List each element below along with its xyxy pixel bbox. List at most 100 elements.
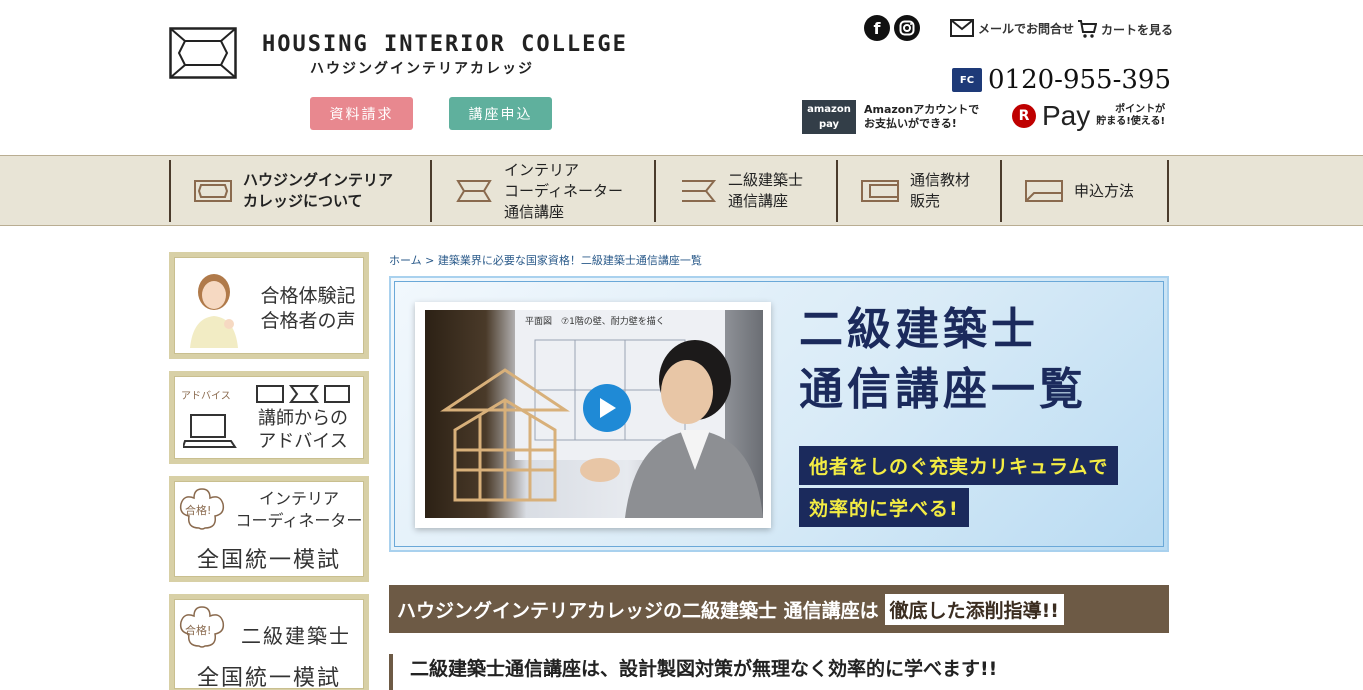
view-cart-label: カートを見る: [1101, 22, 1174, 37]
section-lead-heading: 二級建築士通信講座は、設計製図対策が無理なく効率的に学べます!!: [389, 654, 997, 690]
nav-about-line2: カレッジについて: [243, 192, 363, 210]
advice-text: 講師からの アドバイス: [243, 407, 363, 453]
nav-item-materials-label: 通信教材 販売: [910, 170, 970, 212]
pay-logo-text: pay: [818, 119, 840, 130]
video-frame: 平面図 ⑦1階の壁、耐力壁を描く: [415, 302, 771, 528]
amazon-pay-logo: amazon pay: [802, 100, 856, 134]
frame-icons-row: [256, 385, 350, 403]
nav-item-interior-course[interactable]: インテリア コーディネーター 通信講座: [430, 160, 654, 222]
course-video[interactable]: 平面図 ⑦1階の壁、耐力壁を描く: [425, 310, 763, 518]
nav-item-architect-label: 二級建築士 通信講座: [728, 170, 803, 212]
nav-frame-icon: [682, 180, 717, 202]
nav-architect-line1: 二級建築士: [728, 171, 804, 189]
nav-architect-line2: 通信講座: [728, 192, 789, 210]
hero-title-line2: 通信講座一覧: [799, 364, 1087, 415]
nav-item-about-label: ハウジングインテリア カレッジについて: [243, 170, 393, 212]
mail-contact-link[interactable]: メールでお問合せ: [950, 19, 1074, 37]
sidebar-card-architect-mock-exam[interactable]: 合格! 二級建築士 全国統一模試: [169, 594, 369, 690]
view-cart-link[interactable]: カートを見る: [1077, 19, 1173, 39]
pass-badge-text: 合格!: [185, 504, 212, 517]
facebook-icon[interactable]: f: [864, 15, 890, 41]
sidebar-card-testimonials[interactable]: 合格体験記 合格者の声: [169, 252, 369, 359]
interior-mock-line2: コーディネーター: [235, 511, 363, 530]
advice-line1: 講師からの: [258, 408, 348, 429]
rpay-text-line2: 貯まる!使える!: [1096, 116, 1166, 127]
apply-course-button[interactable]: 講座申込: [449, 97, 552, 130]
logo-title-en[interactable]: HOUSING INTERIOR COLLEGE: [262, 32, 628, 57]
student-avatar-icon: [190, 274, 238, 348]
rakuten-pay-notice: R Pay ポイントが 貯まる!使える!: [1012, 100, 1165, 132]
freecall-phone[interactable]: FC 0120-955-395: [952, 65, 1171, 95]
hero-title-line1: 二級建築士: [799, 304, 1039, 355]
breadcrumb-current: 建築業界に必要な国家資格！二級建築士通信講座一覧: [437, 254, 702, 267]
nav-frame-icon: [861, 180, 899, 202]
site-header: HOUSING INTERIOR COLLEGE ハウジングインテリアカレッジ …: [0, 0, 1363, 155]
amazon-pay-text: Amazonアカウントで お支払いができる!: [864, 103, 979, 131]
interior-mock-line1: インテリア: [258, 489, 339, 508]
phone-number[interactable]: 0120-955-395: [988, 65, 1171, 95]
nav-item-materials[interactable]: 通信教材 販売: [836, 160, 1000, 222]
nav-item-interior-label: インテリア コーディネーター 通信講座: [504, 160, 623, 223]
logo-mark-icon[interactable]: [169, 27, 237, 79]
logo-title-ja[interactable]: ハウジングインテリアカレッジ: [310, 58, 534, 78]
testimonials-text: 合格体験記 合格者の声: [253, 284, 363, 334]
nav-item-how-to-apply[interactable]: 申込方法: [1000, 160, 1169, 222]
nav-frame-icon: [194, 180, 232, 202]
nav-materials-line1: 通信教材: [910, 171, 971, 189]
mail-contact-label: メールでお問合せ: [978, 21, 1075, 36]
rpay-text: ポイントが 貯まる!使える!: [1096, 104, 1165, 128]
interior-mock-exam-label: 全国統一模試: [196, 548, 341, 573]
advice-line2: アドバイス: [258, 431, 348, 452]
sidebar-card-inner: アドバイス 講師からの アドバイス: [174, 376, 364, 459]
nav-apply-line1: 申込方法: [1074, 181, 1135, 200]
nav-item-about[interactable]: ハウジングインテリア カレッジについて: [169, 160, 430, 222]
cart-icon: [1078, 20, 1097, 38]
nav-about-line1: ハウジングインテリア: [243, 171, 394, 189]
nav-item-apply-label: 申込方法: [1074, 181, 1134, 202]
nav-interior-line3: 通信講座: [504, 202, 565, 221]
nav-frame-icon: [456, 180, 492, 202]
global-nav: ハウジングインテリア カレッジについて インテリア コーディネーター 通信講座 …: [0, 155, 1363, 226]
breadcrumb-home-link[interactable]: ホーム: [389, 254, 422, 267]
laptop-icon: [183, 414, 237, 448]
section-banner: ハウジングインテリアカレッジの二級建築士 通信講座は 徹底した添削指導!!: [389, 585, 1169, 633]
rpay-word: Pay: [1042, 100, 1091, 131]
testimonials-line2: 合格者の声: [260, 310, 356, 332]
amazon-pay-notice: amazon pay Amazonアカウントで お支払いができる!: [802, 100, 979, 134]
amazon-logo-text: amazon: [807, 104, 851, 115]
hero-tagline-1: 他者をしのぐ充実カリキュラムで: [799, 446, 1119, 485]
architect-mock-line1: 二級建築士: [241, 624, 351, 648]
hero-banner: 平面図 ⑦1階の壁、耐力壁を描く 二級建築士 通信講座一覧 他者をしのぐ充実カリ…: [389, 276, 1169, 552]
nav-interior-line2: コーディネーター: [504, 181, 623, 200]
nav-materials-line2: 販売: [910, 192, 941, 210]
breadcrumb-separator: >: [425, 254, 435, 267]
video-caption: 平面図 ⑦1階の壁、耐力壁を描く: [525, 317, 665, 327]
sidebar-card-inner: 合格体験記 合格者の声: [174, 257, 364, 354]
sidebar-card-interior-mock-exam[interactable]: 合格! インテリア コーディネーター 全国統一模試: [169, 476, 369, 582]
freecall-badge-icon: FC: [952, 68, 982, 92]
nav-item-architect-course[interactable]: 二級建築士 通信講座: [654, 160, 836, 222]
breadcrumb: ホーム > 建築業界に必要な国家資格！二級建築士通信講座一覧: [389, 252, 702, 268]
amazon-text-line1: Amazonアカウントで: [864, 103, 980, 116]
testimonials-line1: 合格体験記: [260, 285, 356, 307]
section-banner-text: ハウジングインテリアカレッジの二級建築士 通信講座は: [397, 599, 879, 622]
global-nav-items: ハウジングインテリア カレッジについて インテリア コーディネーター 通信講座 …: [169, 160, 1169, 222]
instagram-icon[interactable]: [894, 15, 920, 41]
sidebar-card-advice[interactable]: アドバイス 講師からの アドバイス: [169, 371, 369, 464]
play-icon[interactable]: [583, 384, 631, 432]
advice-tag: アドバイス: [181, 391, 231, 402]
pass-badge-text: 合格!: [185, 624, 212, 637]
interior-mock-title: インテリア コーディネーター: [229, 488, 369, 532]
section-banner-highlight: 徹底した添削指導!!: [884, 593, 1064, 625]
sidebar-card-inner: 合格! 二級建築士 全国統一模試: [174, 599, 364, 690]
hero-tagline-2: 効率的に学べる!: [799, 488, 969, 527]
hero-title: 二級建築士 通信講座一覧: [799, 300, 1087, 420]
architect-mock-line2: 全国統一模試: [196, 666, 341, 690]
rakuten-r-icon: R: [1012, 104, 1036, 128]
request-materials-button[interactable]: 資料請求: [310, 97, 413, 130]
sidebar-card-inner: 合格! インテリア コーディネーター 全国統一模試: [174, 481, 364, 577]
amazon-text-line2: お支払いができる!: [864, 117, 957, 130]
mail-icon: [950, 19, 974, 37]
nav-interior-line1: インテリア: [504, 160, 580, 179]
rpay-text-line1: ポイントが: [1115, 104, 1166, 115]
